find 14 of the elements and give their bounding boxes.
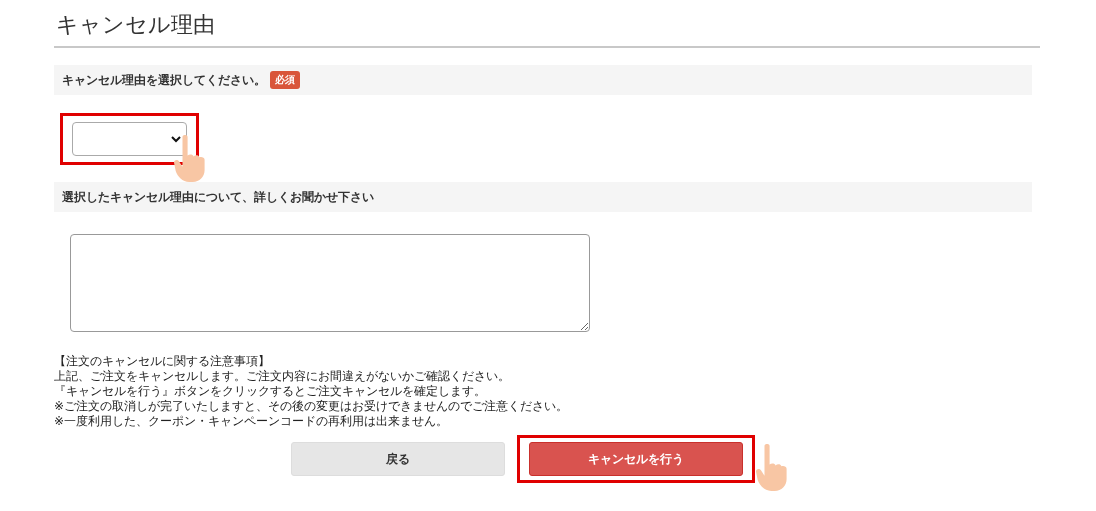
notice-text: 【注文のキャンセルに関する注意事項】 [54, 354, 271, 370]
cancel-button[interactable]: キャンセルを行う [529, 442, 743, 477]
notice-text: 上記、ご注文をキャンセルします。ご注文内容にお間違えがないかご確認ください。 [54, 369, 511, 385]
notice-text: ※ご注文の取消しが完了いたしますと、その後の変更はお受けできませんのでご注意ください。 [54, 399, 570, 415]
required-badge: 必須 [270, 71, 300, 90]
section-label: キャンセル理由を選択してください。 [62, 71, 266, 89]
reason-dropdown[interactable] [72, 122, 187, 157]
detail-textarea[interactable] [70, 234, 590, 333]
notice-text: 『キャンセルを行う』ボタンをクリックするとご注文キャンセルを確定します。 [54, 384, 487, 400]
section-label: 選択したキャンセル理由について、詳しくお聞かせ下さい [62, 188, 374, 206]
back-button[interactable]: 戻る [291, 442, 505, 477]
page-title: キャンセル理由 [54, 8, 1040, 49]
chevron-down-icon [171, 136, 181, 144]
notice-text: ※一度利用した、クーポン・キャンペーンコードの再利用は出来ません。 [54, 414, 450, 430]
